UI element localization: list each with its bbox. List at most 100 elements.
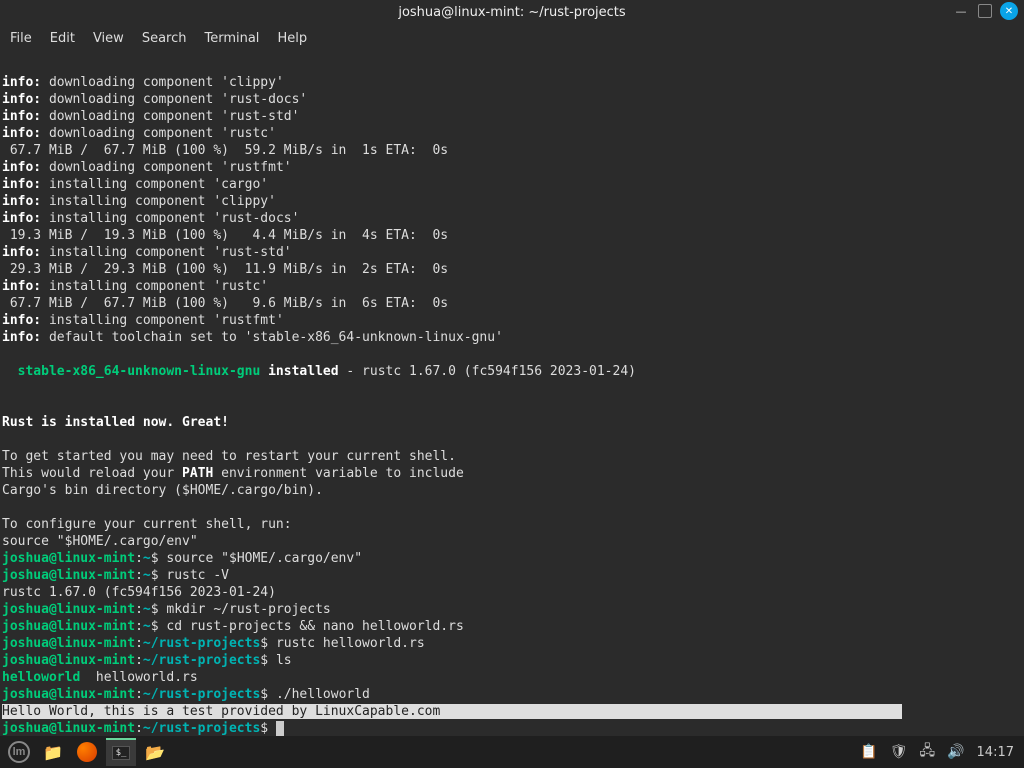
cmd-text: mkdir ~/rust-projects [159,602,331,617]
output-text: To get started you may need to restart y… [2,449,456,464]
prompt-dollar: $ [151,568,159,583]
cmd-text: ls [268,653,291,668]
menu-file[interactable]: File [10,31,32,46]
highlighted-pad [440,704,902,719]
prompt-user: joshua@linux-mint [2,619,135,634]
output-text: - rustc 1.67.0 (fc594f156 2023-01-24) [339,364,636,379]
menu-view[interactable]: View [93,31,124,46]
prompt-dollar: $ [151,602,159,617]
info-label: info: [2,279,41,294]
volume-icon[interactable]: 🔊 [947,744,964,760]
prompt-dollar: $ [260,687,268,702]
info-label: info: [2,92,41,107]
info-label: info: [2,313,41,328]
mint-icon: lm [8,741,30,763]
shield-icon[interactable]: 🛡 [890,744,908,760]
output-text: 67.7 MiB / 67.7 MiB (100 %) 59.2 MiB/s i… [2,143,448,158]
output-text: To configure your current shell, run: [2,517,292,532]
prompt-sep: : [135,568,143,583]
network-icon[interactable]: 🖧 [919,740,935,764]
prompt-sep: : [135,721,143,736]
terminal-icon: $_ [112,746,131,760]
files-launcher[interactable]: 📁 [38,738,68,766]
folder-icon: 📂 [145,743,165,762]
info-label: info: [2,109,41,124]
clock[interactable]: 14:17 [977,745,1014,760]
output-text: installing component 'rust-docs' [41,211,299,226]
output-text: downloading component 'rust-std' [41,109,299,124]
terminal-taskbar-item[interactable]: $_ [106,738,136,766]
output-text: installing component 'rustc' [41,279,268,294]
prompt-user: joshua@linux-mint [2,602,135,617]
menu-search[interactable]: Search [142,31,187,46]
cmd-text [268,721,276,736]
prompt-dollar: $ [260,636,268,651]
highlighted-output: Hello World, this is a test provided by … [2,704,440,719]
output-text: downloading component 'clippy' [41,75,284,90]
prompt-user: joshua@linux-mint [2,687,135,702]
maximize-button[interactable] [978,4,992,18]
prompt-path: ~ [143,602,151,617]
firefox-icon [77,742,97,762]
menubar: File Edit View Search Terminal Help [0,24,1024,52]
prompt-path: ~ [143,551,151,566]
close-button[interactable] [1000,2,1018,20]
clipboard-icon[interactable]: 📋 [860,744,877,760]
output-text: downloading component 'rustfmt' [41,160,291,175]
start-menu-button[interactable]: lm [4,738,34,766]
prompt-sep: : [135,551,143,566]
folder-taskbar-item[interactable]: 📂 [140,738,170,766]
taskbar: lm 📁 $_ 📂 📋 🛡 🖧 🔊 14:17 [0,736,1024,768]
prompt-dollar: $ [151,551,159,566]
output-text: installing component 'clippy' [41,194,276,209]
output-text: Rust is installed now. Great! [2,415,229,430]
output-text: downloading component 'rustc' [41,126,276,141]
cmd-text: ./helloworld [268,687,370,702]
firefox-launcher[interactable] [72,738,102,766]
path-label: PATH [182,466,213,481]
output-text: installing component 'cargo' [41,177,268,192]
output-text: installing component 'rustfmt' [41,313,284,328]
cmd-text: source "$HOME/.cargo/env" [159,551,363,566]
cmd-text: cd rust-projects && nano helloworld.rs [159,619,464,634]
output-text: 67.7 MiB / 67.7 MiB (100 %) 9.6 MiB/s in… [2,296,448,311]
prompt-sep: : [135,653,143,668]
info-label: info: [2,126,41,141]
prompt-dollar: $ [260,721,268,736]
installed-label: installed [260,364,338,379]
minimize-button[interactable] [952,2,970,20]
prompt-sep: : [135,687,143,702]
prompt-sep: : [135,636,143,651]
info-label: info: [2,177,41,192]
prompt-sep: : [135,619,143,634]
prompt-dollar: $ [260,653,268,668]
terminal-output[interactable]: info: downloading component 'clippy' inf… [0,56,1024,736]
info-label: info: [2,160,41,175]
prompt-path: ~/rust-projects [143,721,260,736]
output-text: environment variable to include [213,466,463,481]
menu-terminal[interactable]: Terminal [204,31,259,46]
window-controls [952,2,1018,20]
menu-help[interactable]: Help [277,31,307,46]
executable-name: helloworld [2,670,80,685]
prompt-sep: : [135,602,143,617]
prompt-user: joshua@linux-mint [2,636,135,651]
prompt-path: ~/rust-projects [143,687,260,702]
prompt-path: ~ [143,619,151,634]
toolchain-name: stable-x86_64-unknown-linux-gnu [2,364,260,379]
info-label: info: [2,211,41,226]
system-tray: 📋 🛡 🖧 🔊 14:17 [860,740,1024,764]
output-text: rustc 1.67.0 (fc594f156 2023-01-24) [2,585,276,600]
info-label: info: [2,245,41,260]
info-label: info: [2,194,41,209]
output-text: helloworld.rs [80,670,197,685]
window-title: joshua@linux-mint: ~/rust-projects [398,5,625,20]
output-text: installing component 'rust-std' [41,245,291,260]
prompt-dollar: $ [151,619,159,634]
output-text: source "$HOME/.cargo/env" [2,534,198,549]
output-text: 19.3 MiB / 19.3 MiB (100 %) 4.4 MiB/s in… [2,228,448,243]
window-titlebar: joshua@linux-mint: ~/rust-projects [0,0,1024,24]
output-text: Cargo's bin directory ($HOME/.cargo/bin)… [2,483,323,498]
prompt-path: ~ [143,568,151,583]
menu-edit[interactable]: Edit [50,31,75,46]
